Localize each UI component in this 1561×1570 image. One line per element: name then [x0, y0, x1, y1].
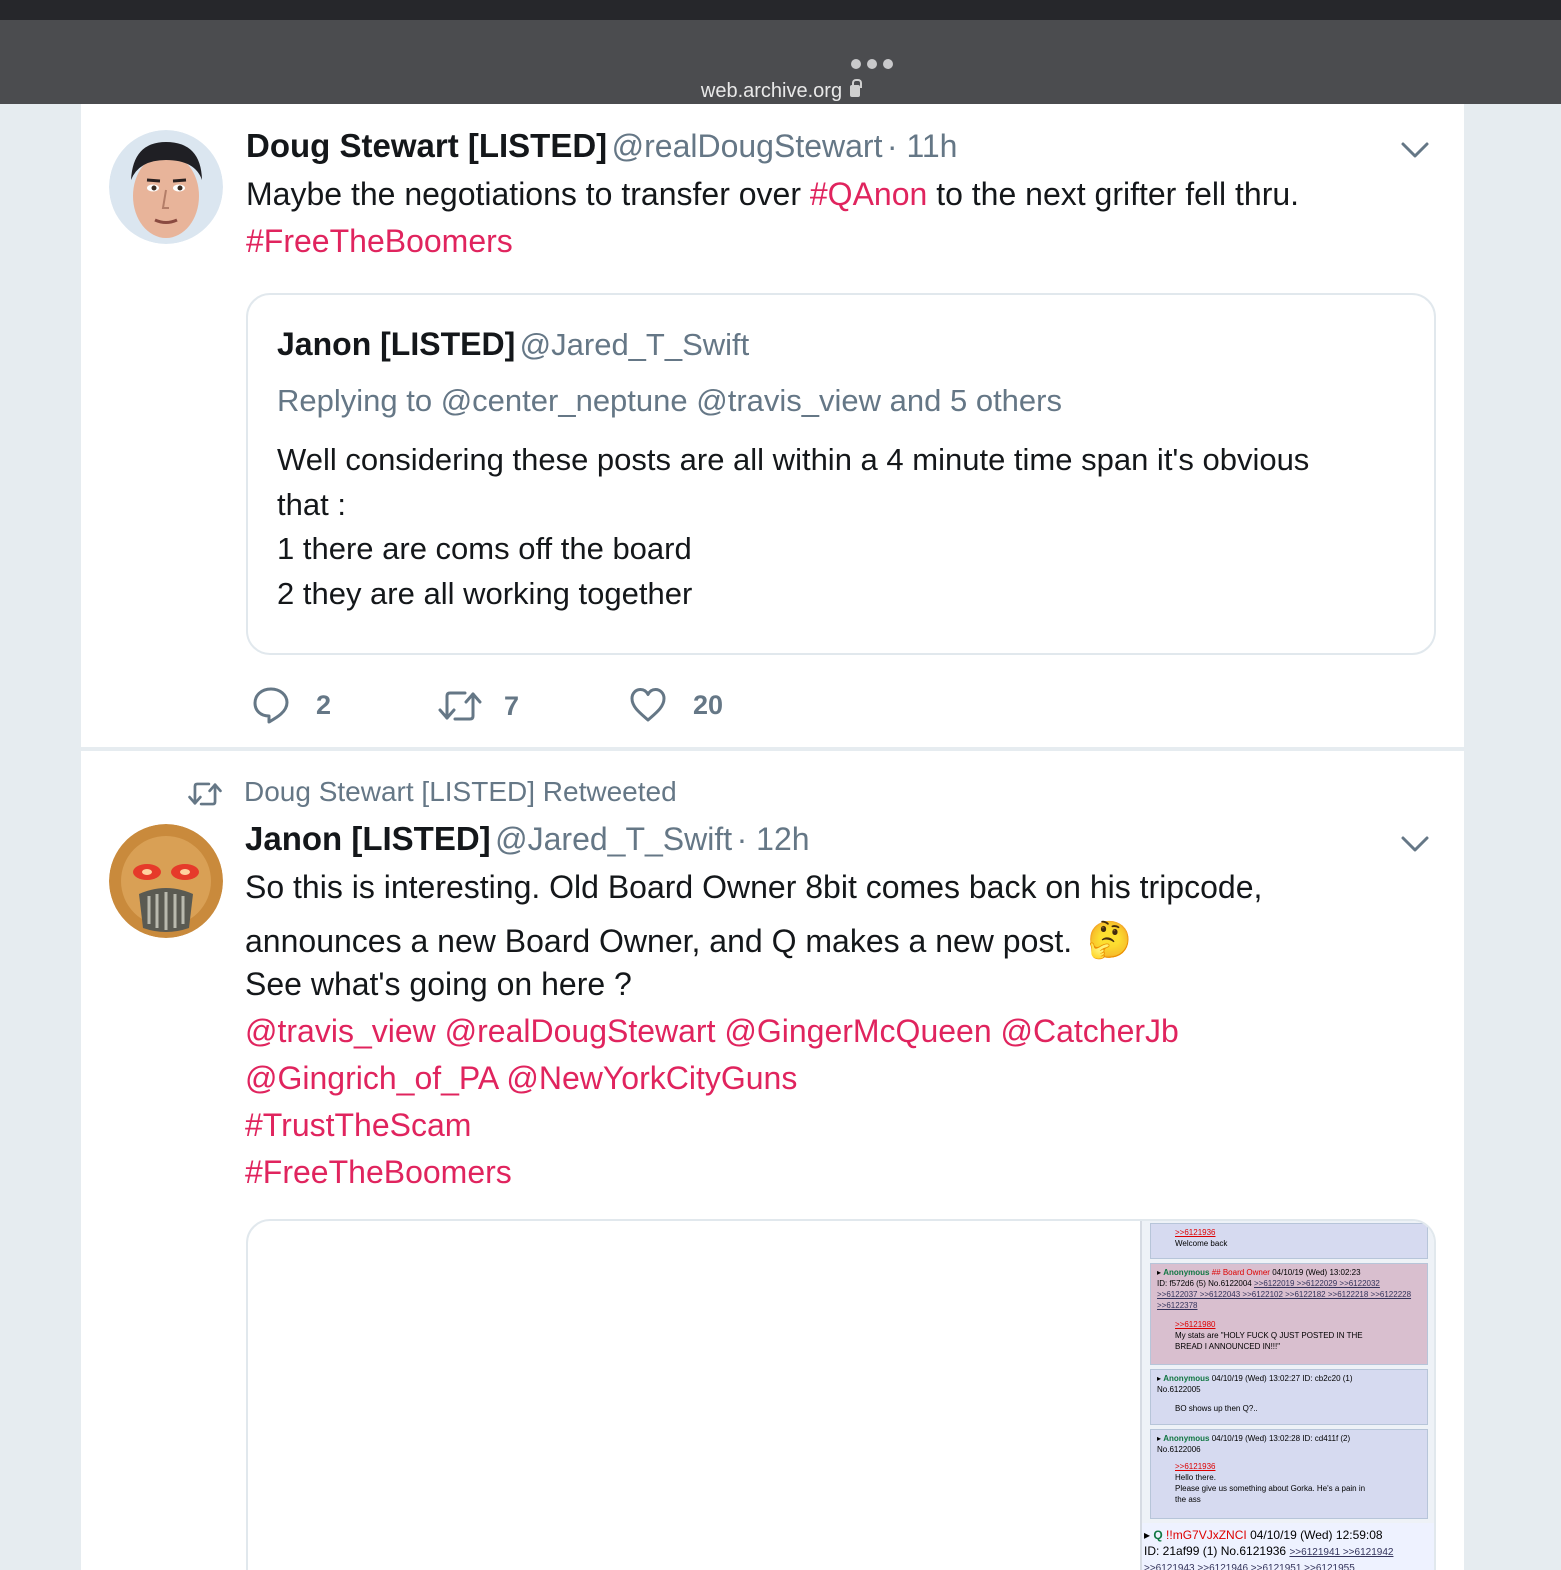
- quote-text: Well considering these posts are all wit…: [277, 442, 1310, 477]
- media-screenshot-thumbnail[interactable]: >>6121936 Welcome back ▸ Anonymous ## Bo…: [1140, 1221, 1434, 1570]
- tweet-header: Doug Stewart [LISTED] @realDougStewart ·…: [246, 127, 957, 165]
- avatar[interactable]: [109, 824, 223, 938]
- hashtag-link[interactable]: #TrustTheScam: [245, 1107, 471, 1144]
- quote-text: 2 they are all working together: [277, 576, 693, 611]
- replying-to: Replying to @center_neptune @travis_view…: [277, 383, 1062, 418]
- tweet-media[interactable]: >>6121936 Welcome back ▸ Anonymous ## Bo…: [246, 1219, 1436, 1570]
- display-name[interactable]: Janon [LISTED]: [245, 820, 491, 857]
- lock-icon: [850, 79, 863, 97]
- browser-url-bar[interactable]: web.archive.org: [0, 20, 1561, 104]
- mention-links[interactable]: @travis_view @realDougStewart @GingerMcQ…: [245, 1013, 1179, 1050]
- hashtag-link[interactable]: #FreeTheBoomers: [246, 223, 513, 260]
- hashtag-link[interactable]: #QAnon: [810, 176, 927, 212]
- quote-handle: @Jared_T_Swift: [519, 327, 750, 362]
- board-post: ▸ Anonymous ## Board Owner 04/10/19 (Wed…: [1150, 1263, 1428, 1365]
- user-handle[interactable]: @Jared_T_Swift: [495, 821, 732, 857]
- tweet-text: So this is interesting. Old Board Owner …: [245, 869, 1263, 905]
- tweet-text-line: announces a new Board Owner, and Q makes…: [245, 919, 1132, 960]
- timestamp[interactable]: · 12h: [737, 821, 810, 857]
- user-handle[interactable]: @realDougStewart: [612, 128, 883, 164]
- thinking-face-icon: 🤔: [1087, 919, 1132, 960]
- timestamp[interactable]: · 11h: [887, 128, 958, 164]
- display-name[interactable]: Doug Stewart [LISTED]: [246, 127, 607, 164]
- retweeted-by-label[interactable]: Doug Stewart [LISTED] Retweeted: [244, 776, 677, 808]
- avatar-mask-icon: [109, 824, 223, 938]
- more-dots-icon[interactable]: [851, 59, 893, 69]
- board-post: ▸ Anonymous 04/10/19 (Wed) 13:02:28 ID: …: [1150, 1429, 1428, 1519]
- url-text[interactable]: web.archive.org: [0, 79, 1561, 103]
- quote-header: Janon [LISTED] @Jared_T_Swift: [277, 326, 749, 363]
- reply-count: 2: [316, 689, 332, 720]
- like-button[interactable]: 20: [629, 686, 723, 724]
- avatar-face-icon: [109, 130, 223, 244]
- retweet-count: 7: [504, 690, 520, 721]
- quote-text: that :: [277, 487, 346, 522]
- tweet-divider: [81, 747, 1464, 751]
- retweet-icon: [188, 782, 222, 806]
- mention-links[interactable]: @Gingrich_of_PA @NewYorkCityGuns: [245, 1060, 797, 1097]
- board-post: >>6121936 Welcome back: [1150, 1223, 1428, 1259]
- reply-button[interactable]: 2: [252, 686, 331, 724]
- quote-display-name: Janon [LISTED]: [277, 326, 516, 362]
- tweet-header: Janon [LISTED] @Jared_T_Swift · 12h: [245, 820, 810, 858]
- tweet-text-line: Maybe the negotiations to transfer over …: [246, 176, 1300, 212]
- status-bar: [0, 0, 1561, 20]
- retweet-icon: [438, 691, 482, 721]
- chevron-down-icon[interactable]: [1400, 834, 1430, 854]
- heart-icon: [630, 688, 666, 722]
- reply-icon: [253, 687, 289, 724]
- tweet-text: See what's going on here ?: [245, 966, 632, 1002]
- quote-text: 1 there are coms off the board: [277, 531, 692, 566]
- avatar[interactable]: [109, 130, 223, 244]
- chevron-down-icon[interactable]: [1400, 140, 1430, 160]
- retweet-button[interactable]: 7: [438, 688, 519, 724]
- like-count: 20: [693, 689, 724, 720]
- q-post: ▸ Q !!mG7VJxZNCI 04/10/19 (Wed) 12:59:08…: [1142, 1523, 1434, 1570]
- hashtag-link[interactable]: #FreeTheBoomers: [245, 1154, 512, 1191]
- board-post: ▸ Anonymous 04/10/19 (Wed) 13:02:27 ID: …: [1150, 1369, 1428, 1425]
